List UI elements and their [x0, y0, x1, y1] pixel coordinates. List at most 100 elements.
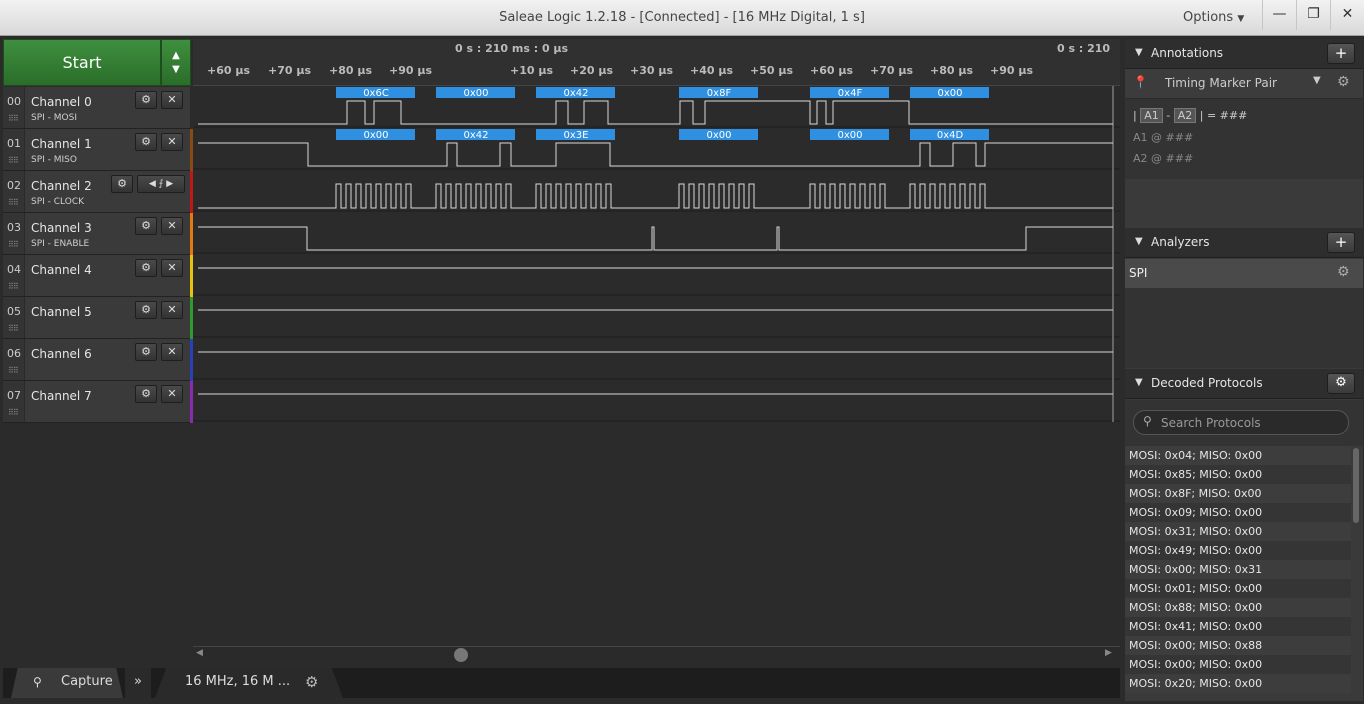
decoded-row[interactable]: MOSI: 0x8F; MISO: 0x00: [1125, 484, 1351, 503]
drag-handle-icon[interactable]: ⠿⠿: [8, 156, 19, 165]
tab-session[interactable]: 16 MHz, 16 M ... ⚙: [155, 668, 343, 698]
decoded-scrollbar[interactable]: [1353, 448, 1359, 523]
decoded-row[interactable]: MOSI: 0x04; MISO: 0x00: [1125, 446, 1351, 465]
close-icon[interactable]: ✕: [161, 343, 183, 361]
channel-row[interactable]: 04 ⠿⠿ Channel 4 ⚙ ✕: [3, 255, 195, 297]
start-options-button[interactable]: ▲ ▼: [161, 39, 191, 86]
channel-name[interactable]: Channel 1: [31, 137, 92, 151]
gear-icon[interactable]: ⚙: [135, 385, 157, 403]
dropdown-icon[interactable]: ▼: [1313, 75, 1321, 86]
decoded-row[interactable]: MOSI: 0x00; MISO: 0x88: [1125, 636, 1351, 655]
start-button[interactable]: Start: [3, 39, 161, 86]
marker-pair-label: Timing Marker Pair: [1165, 76, 1277, 90]
scroll-thumb[interactable]: [454, 648, 468, 662]
collapse-icon[interactable]: ▼: [1135, 228, 1143, 256]
drag-handle-icon[interactable]: ⠿⠿: [8, 366, 19, 375]
ruler-tick-label: +80 μs: [930, 64, 973, 77]
channel-panel: Start ▲ ▼ 00 ⠿⠿ Channel 0 SPI - MOSI ⚙ ✕ 01 ⠿⠿…: [3, 39, 195, 423]
channel-row[interactable]: 05 ⠿⠿ Channel 5 ⚙ ✕: [3, 297, 195, 339]
decoded-row[interactable]: MOSI: 0x00; MISO: 0x00: [1125, 655, 1351, 674]
close-icon[interactable]: ✕: [161, 91, 183, 109]
gear-icon[interactable]: ⚙: [135, 133, 157, 151]
decoded-row[interactable]: MOSI: 0x00; MISO: 0x31: [1125, 560, 1351, 579]
gear-icon[interactable]: ⚙: [135, 259, 157, 277]
trigger-edge-button[interactable]: ◀ ⨍ ▶: [137, 175, 185, 193]
time-ruler[interactable]: 0 s : 210 ms : 0 μs 0 s : 210 +60 μs +70 …: [193, 39, 1120, 86]
channel-row[interactable]: 01 ⠿⠿ Channel 1 SPI - MISO ⚙ ✕: [3, 129, 195, 171]
decoded-row[interactable]: MOSI: 0x85; MISO: 0x00: [1125, 465, 1351, 484]
analyzers-header[interactable]: ▼ Analyzers +: [1125, 228, 1363, 258]
decoded-row[interactable]: MOSI: 0x41; MISO: 0x00: [1125, 617, 1351, 636]
drag-handle-icon[interactable]: ⠿⠿: [8, 198, 19, 207]
analyzer-item-spi[interactable]: SPI ⚙: [1125, 259, 1363, 288]
ruler-right-time: 0 s : 210: [1057, 42, 1111, 55]
channel-name[interactable]: Channel 0: [31, 95, 92, 109]
restore-button[interactable]: ❐: [1296, 0, 1330, 30]
close-button[interactable]: ✕: [1330, 0, 1364, 30]
channel-name[interactable]: Channel 6: [31, 347, 92, 361]
decoded-row[interactable]: MOSI: 0x09; MISO: 0x00: [1125, 503, 1351, 522]
options-menu[interactable]: Options ▼: [1183, 10, 1244, 25]
decode-label: 0x00: [463, 88, 488, 99]
scroll-right-icon[interactable]: ▶: [1105, 648, 1112, 658]
channel-row[interactable]: 07 ⠿⠿ Channel 7 ⚙ ✕: [3, 381, 195, 423]
waveform-area[interactable]: 0 s : 210 ms : 0 μs 0 s : 210 +60 μs +70 …: [193, 39, 1120, 669]
channel-name[interactable]: Channel 3: [31, 221, 92, 235]
title-bar: Saleae Logic 1.2.18 - [Connected] - [16 …: [0, 0, 1364, 36]
add-annotation-button[interactable]: +: [1327, 43, 1355, 64]
gear-icon[interactable]: ⚙: [305, 668, 318, 696]
a1-label: A1: [1133, 131, 1148, 144]
gear-icon[interactable]: ⚙: [1337, 264, 1350, 280]
drag-handle-icon[interactable]: ⠿⠿: [8, 324, 19, 333]
collapse-icon[interactable]: ▼: [1135, 39, 1143, 67]
close-icon[interactable]: ✕: [161, 259, 183, 277]
minimize-button[interactable]: —: [1262, 0, 1296, 30]
channel-analyzer-label: SPI - ENABLE: [31, 239, 90, 249]
gear-icon[interactable]: ⚙: [135, 217, 157, 235]
scroll-left-icon[interactable]: ◀: [196, 648, 203, 658]
gear-icon[interactable]: ⚙: [111, 175, 133, 193]
search-input[interactable]: ⚲ Search Protocols: [1133, 410, 1349, 435]
decoded-row[interactable]: MOSI: 0x20; MISO: 0x00: [1125, 674, 1351, 693]
channel-row[interactable]: 02 ⠿⠿ Channel 2 SPI - CLOCK ⚙ ◀ ⨍ ▶: [3, 171, 195, 213]
collapse-icon[interactable]: ▼: [1135, 369, 1143, 397]
gear-icon[interactable]: ⚙: [135, 91, 157, 109]
drag-handle-icon[interactable]: ⠿⠿: [8, 282, 19, 291]
decoded-row[interactable]: MOSI: 0x01; MISO: 0x00: [1125, 579, 1351, 598]
drag-handle-icon[interactable]: ⠿⠿: [8, 408, 19, 417]
close-icon[interactable]: ✕: [161, 133, 183, 151]
decoded-row[interactable]: MOSI: 0x31; MISO: 0x00: [1125, 522, 1351, 541]
gear-icon[interactable]: ⚙: [135, 343, 157, 361]
decoded-protocols-header[interactable]: ▼ Decoded Protocols ⚙: [1125, 369, 1363, 399]
annotations-header[interactable]: ▼ Annotations +: [1125, 39, 1363, 69]
close-icon[interactable]: ✕: [161, 301, 183, 319]
channel-row[interactable]: 00 ⠿⠿ Channel 0 SPI - MOSI ⚙ ✕: [3, 87, 195, 129]
capture-icon: ⚲: [33, 675, 42, 689]
channel-row[interactable]: 06 ⠿⠿ Channel 6 ⚙ ✕: [3, 339, 195, 381]
decode-label: 0x00: [706, 130, 731, 141]
channel-row[interactable]: 03 ⠿⠿ Channel 3 SPI - ENABLE ⚙ ✕: [3, 213, 195, 255]
marker-a1[interactable]: A1: [1140, 108, 1163, 123]
close-icon[interactable]: ✕: [161, 217, 183, 235]
a2-value: ###: [1165, 152, 1194, 165]
channel-name[interactable]: Channel 7: [31, 389, 92, 403]
drag-handle-icon[interactable]: ⠿⠿: [8, 114, 19, 123]
gear-icon[interactable]: ⚙: [1337, 74, 1350, 90]
add-analyzer-button[interactable]: +: [1327, 232, 1355, 253]
expand-tabs-icon[interactable]: »: [125, 668, 151, 698]
gear-icon[interactable]: ⚙: [135, 301, 157, 319]
close-icon[interactable]: ✕: [161, 385, 183, 403]
drag-handle-icon[interactable]: ⠿⠿: [8, 240, 19, 249]
channel-name[interactable]: Channel 2: [31, 179, 92, 193]
decoded-list[interactable]: MOSI: 0x04; MISO: 0x00 MOSI: 0x85; MISO: …: [1125, 446, 1363, 701]
decoded-row[interactable]: MOSI: 0x88; MISO: 0x00: [1125, 598, 1351, 617]
channel-name[interactable]: Channel 4: [31, 263, 92, 277]
tab-capture[interactable]: ⚲ Capture: [11, 668, 123, 698]
marker-a2[interactable]: A2: [1173, 108, 1197, 123]
search-area: ⚲ Search Protocols: [1125, 400, 1363, 446]
channel-name[interactable]: Channel 5: [31, 305, 92, 319]
gear-icon[interactable]: ⚙: [1327, 373, 1355, 394]
horizontal-scrollbar[interactable]: ◀ ▶: [193, 646, 1120, 662]
decoded-row[interactable]: MOSI: 0x49; MISO: 0x00: [1125, 541, 1351, 560]
marker-pair-row[interactable]: 📍 Timing Marker Pair ▼ ⚙: [1125, 69, 1363, 99]
